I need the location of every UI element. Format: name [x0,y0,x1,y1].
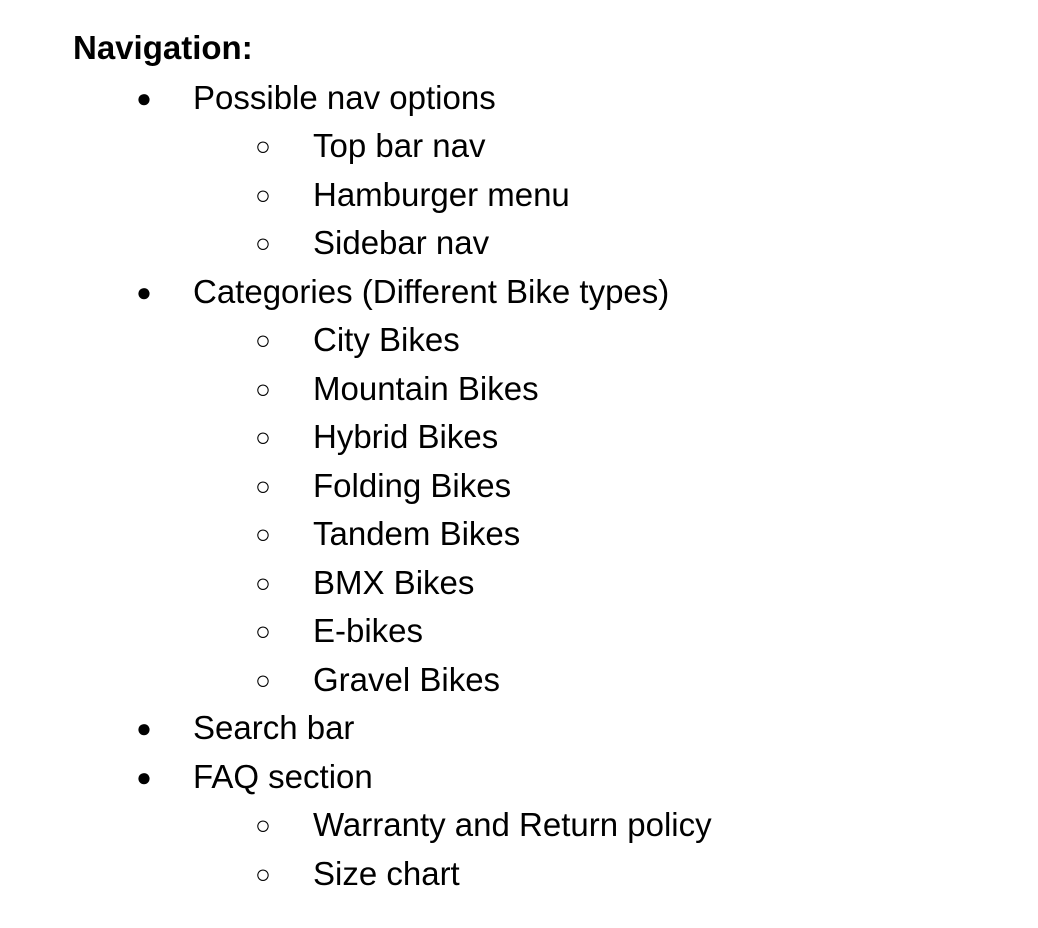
sub-bullet-icon: ○ [255,422,271,452]
list-item-text: Mountain Bikes [313,370,539,407]
sub-bullet-icon: ○ [255,325,271,355]
bullet-icon: ● [136,83,152,113]
sub-bullet-icon: ○ [255,568,271,598]
list-item-text: Sidebar nav [313,224,490,261]
list-item-text: E-bikes [313,612,424,649]
document-page: Navigation: ● Possible nav options ○ Top… [0,0,1038,928]
list-item-text: FAQ section [193,758,373,795]
list-item-text: Hybrid Bikes [313,418,499,455]
list-item-text: BMX Bikes [313,564,475,601]
sub-bullet-icon: ○ [255,131,271,161]
list-item-text: Top bar nav [313,127,486,164]
sub-bullet-icon: ○ [255,228,271,258]
sub-bullet-icon: ○ [255,519,271,549]
list-item-text: Folding Bikes [313,467,512,504]
list-item-text: Tandem Bikes [313,515,521,552]
list-item-text: Gravel Bikes [313,661,501,698]
list-item-text: Size chart [313,855,460,892]
bullet-icon: ● [136,277,152,307]
sub-bullet-icon: ○ [255,616,271,646]
list-item-text: Warranty and Return policy [313,806,712,843]
list-item-text: City Bikes [313,321,460,358]
list-item-text: Hamburger menu [313,176,570,213]
sub-bullet-icon: ○ [255,665,271,695]
sub-bullet-icon: ○ [255,471,271,501]
list-item-text: Possible nav options [193,79,496,116]
sub-bullet-icon: ○ [255,810,271,840]
bullet-icon: ● [136,762,152,792]
section-heading: Navigation: [73,29,253,66]
bullet-icon: ● [136,713,152,743]
sub-bullet-icon: ○ [255,180,271,210]
sub-bullet-icon: ○ [255,859,271,889]
list-item-text: Categories (Different Bike types) [193,273,670,310]
list-item-text: Search bar [193,709,355,746]
sub-bullet-icon: ○ [255,374,271,404]
